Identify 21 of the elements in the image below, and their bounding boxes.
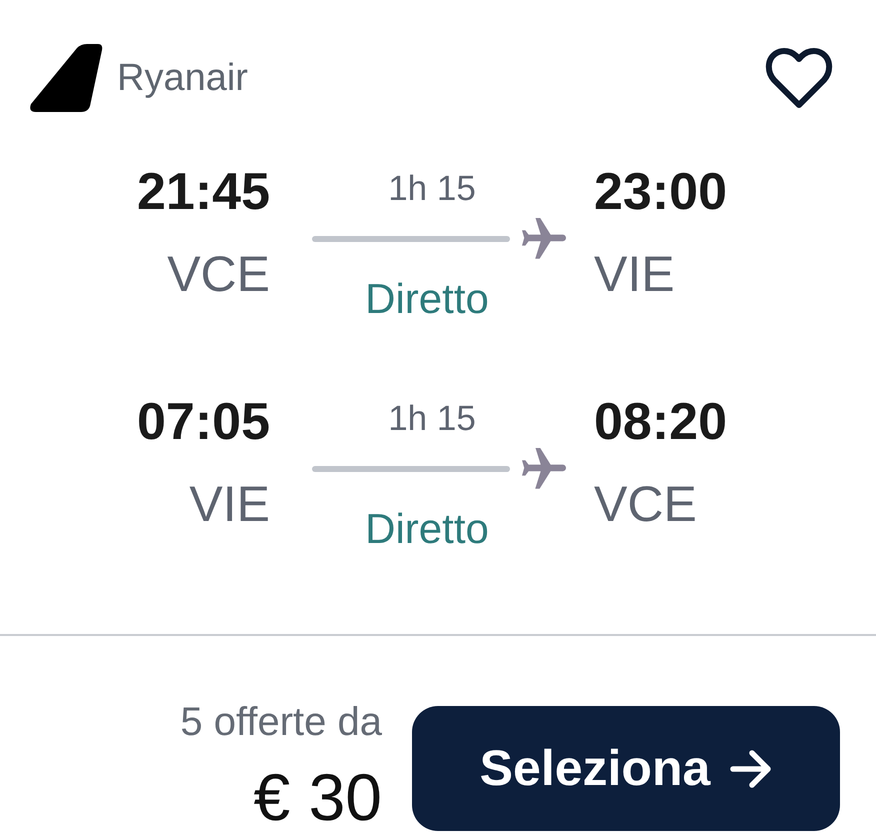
stops-label: Diretto: [365, 275, 489, 323]
offers-count: 5 offerte da: [180, 699, 382, 745]
flight-duration: 1h 15: [388, 169, 476, 209]
stops-label: Diretto: [365, 505, 489, 553]
airline-name: Ryanair: [117, 56, 248, 100]
arrival-time: 08:20: [594, 393, 727, 451]
airplane-icon: [522, 218, 566, 260]
arrival-airport: VIE: [594, 245, 675, 303]
departure-time: 07:05: [137, 393, 270, 451]
select-button[interactable]: Seleziona: [412, 706, 840, 831]
airplane-icon: [522, 448, 566, 490]
departure-airport: VIE: [189, 475, 270, 533]
departure-airport: VCE: [167, 245, 270, 303]
arrow-right-icon: [730, 750, 772, 788]
arrival-time: 23:00: [594, 163, 727, 221]
tail-fin-icon: [28, 42, 103, 114]
flight-duration: 1h 15: [388, 399, 476, 439]
price: € 30: [254, 761, 382, 833]
arrival-airport: VCE: [594, 475, 697, 533]
departure-time: 21:45: [137, 163, 270, 221]
heart-icon[interactable]: [765, 47, 833, 109]
